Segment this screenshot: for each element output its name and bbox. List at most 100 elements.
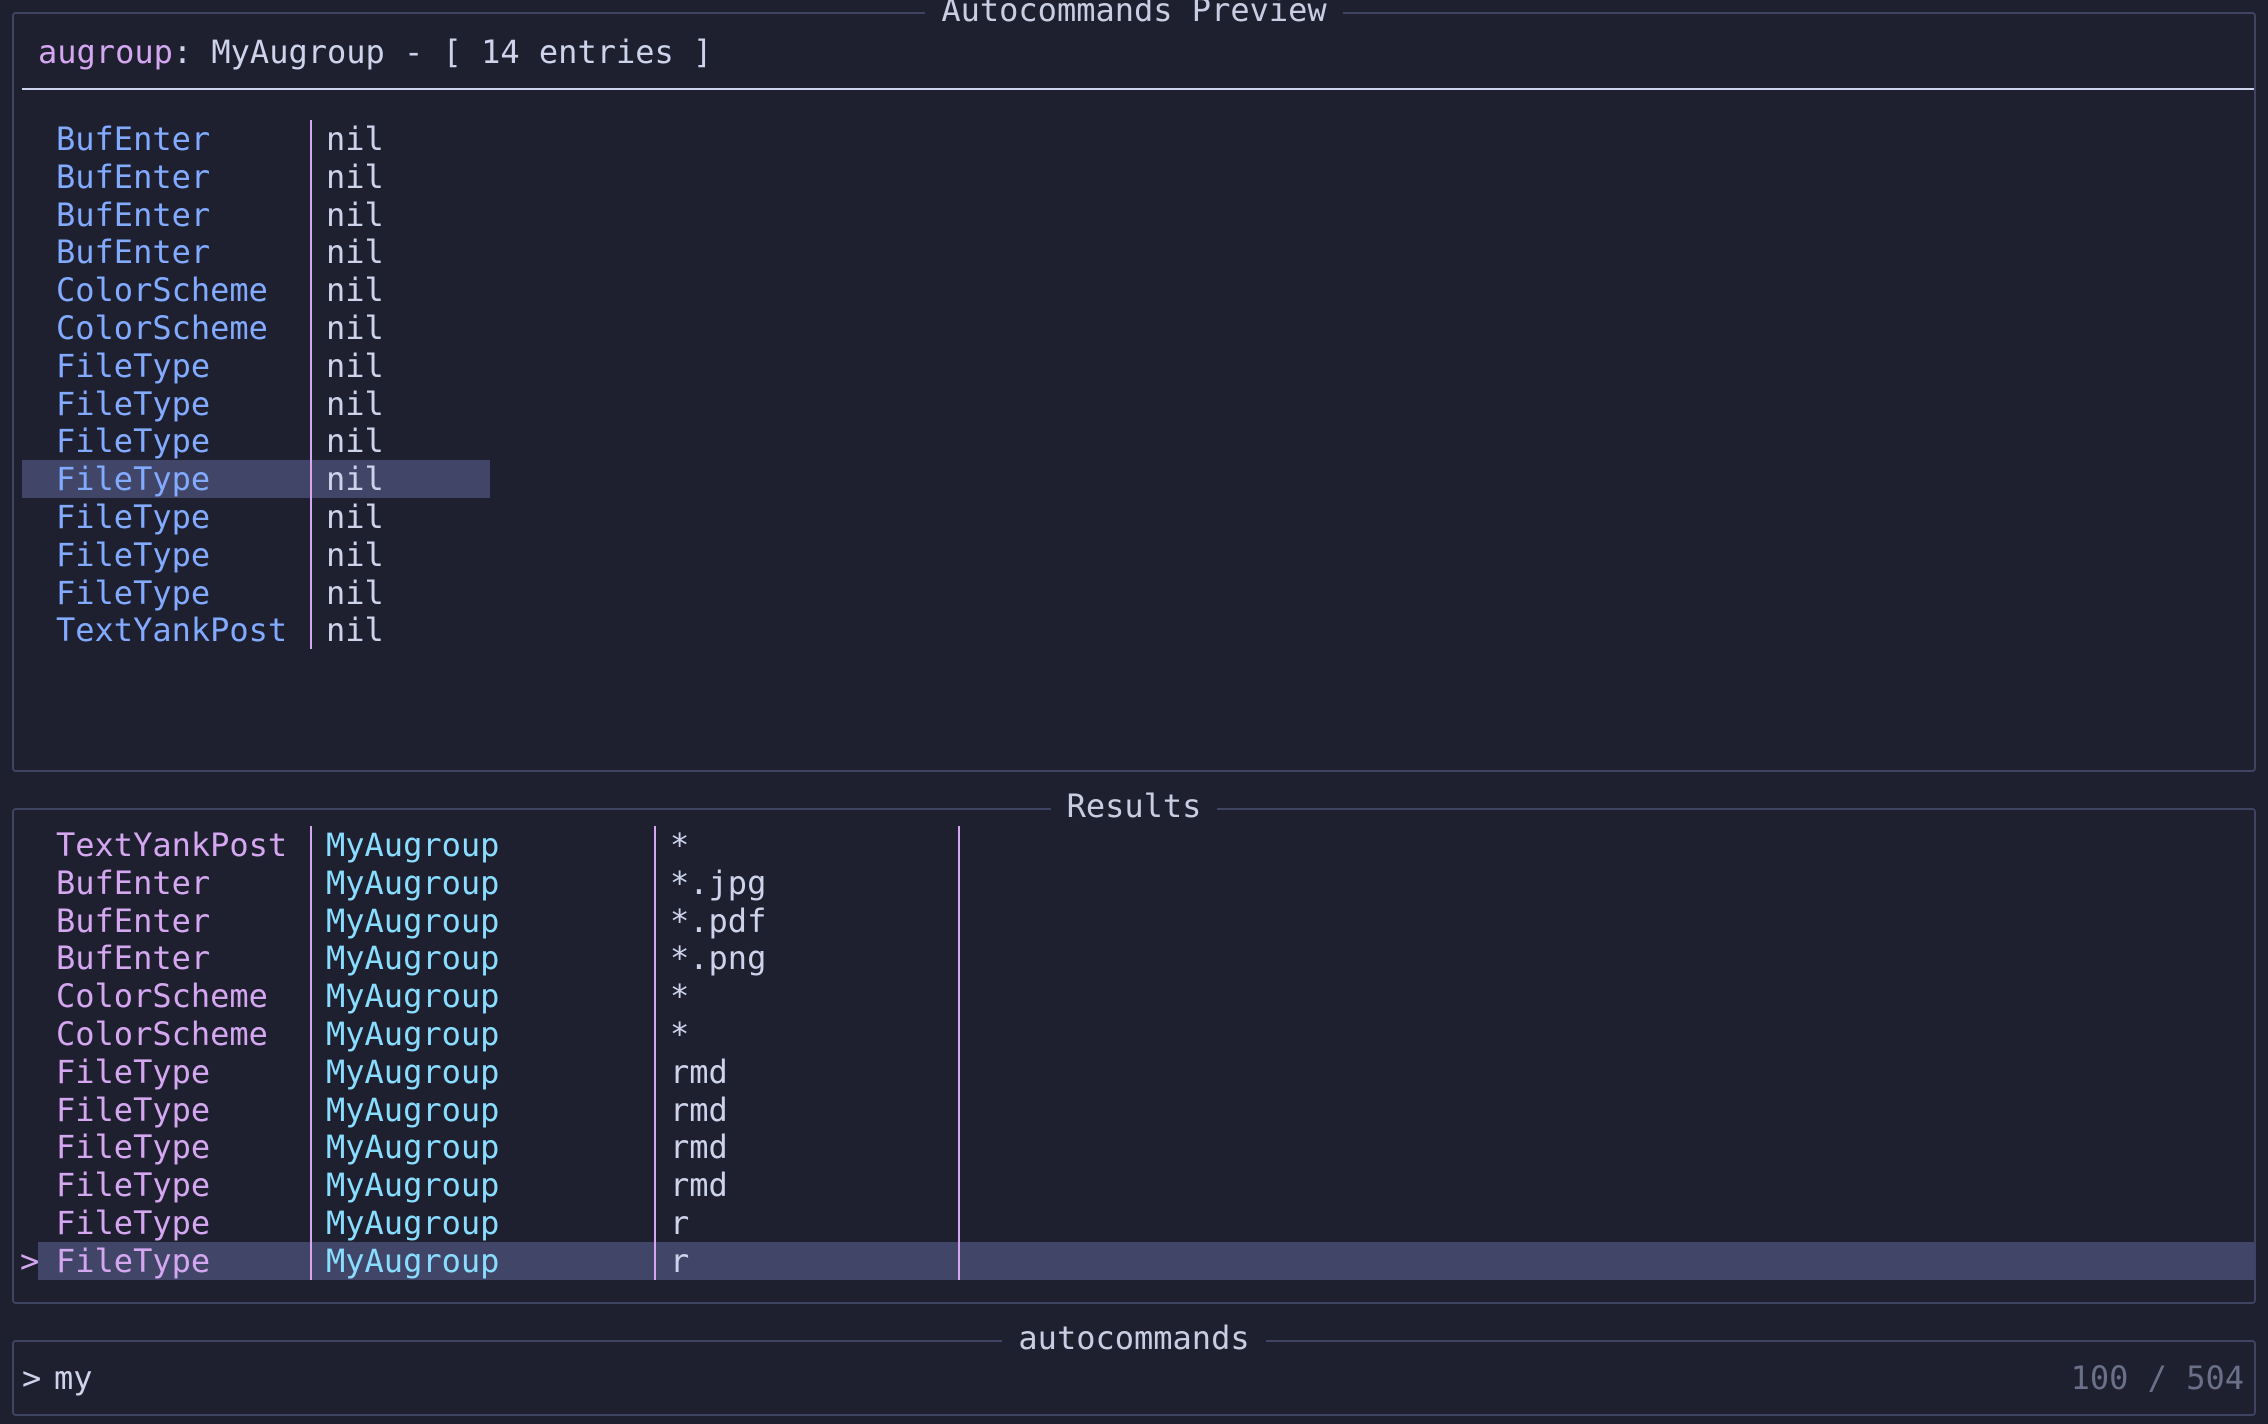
- column-separator: [958, 863, 960, 902]
- column-separator: [654, 1090, 656, 1129]
- selection-caret: >: [20, 1241, 40, 1280]
- column-separator: [310, 346, 312, 385]
- result-row[interactable]: > FileType MyAugroup r: [14, 1241, 2254, 1280]
- column-separator: [958, 977, 960, 1016]
- preview-value: nil: [326, 384, 384, 423]
- result-pattern: rmd: [670, 1090, 728, 1129]
- preview-row: TextYankPost nil: [22, 611, 490, 650]
- preview-event: FileType: [56, 346, 211, 385]
- column-separator: [654, 901, 656, 940]
- result-pattern: rmd: [670, 1166, 728, 1205]
- result-group: MyAugroup: [326, 901, 500, 940]
- result-event: FileType: [56, 1166, 211, 1205]
- column-separator: [958, 1015, 960, 1053]
- results-panel-title: Results: [14, 786, 2254, 826]
- preview-event: BufEnter: [56, 233, 211, 272]
- preview-event: FileType: [56, 422, 211, 461]
- match-count: 100 / 504: [2070, 1359, 2244, 1397]
- result-group: MyAugroup: [326, 1241, 500, 1280]
- preview-value: nil: [326, 422, 384, 461]
- column-separator: [310, 271, 312, 310]
- result-group: MyAugroup: [326, 1052, 500, 1091]
- preview-value: nil: [326, 346, 384, 385]
- column-separator: [958, 1128, 960, 1167]
- preview-row: ColorScheme nil: [22, 309, 490, 347]
- result-pattern: *: [670, 977, 690, 1016]
- preview-event: BufEnter: [56, 195, 211, 234]
- column-separator: [310, 939, 312, 978]
- search-input[interactable]: [54, 1356, 1654, 1400]
- column-separator: [654, 863, 656, 902]
- result-group: MyAugroup: [326, 1128, 500, 1167]
- column-separator: [654, 1128, 656, 1167]
- preview-event: FileType: [56, 460, 211, 499]
- results-panel: Results TextYankPost MyAugroup * BufEnter My…: [12, 787, 2256, 1304]
- result-event: FileType: [56, 1204, 211, 1242]
- result-pattern: r: [670, 1204, 690, 1242]
- column-separator: [310, 573, 312, 612]
- prompt-panel-title: autocommands: [14, 1318, 2254, 1358]
- column-separator: [310, 460, 312, 499]
- result-group: MyAugroup: [326, 1204, 500, 1242]
- result-row[interactable]: FileType MyAugroup rmd: [14, 1052, 2254, 1091]
- column-separator: [310, 1128, 312, 1167]
- column-separator: [958, 1166, 960, 1205]
- preview-event: BufEnter: [56, 120, 211, 158]
- column-separator: [958, 1241, 960, 1280]
- result-event: FileType: [56, 1128, 211, 1167]
- preview-value: nil: [326, 271, 384, 310]
- prompt-prefix: >: [22, 1359, 42, 1397]
- column-separator: [958, 939, 960, 978]
- result-pattern: *: [670, 826, 690, 864]
- result-row[interactable]: BufEnter MyAugroup *.jpg: [14, 863, 2254, 902]
- column-separator: [310, 1166, 312, 1205]
- result-row[interactable]: FileType MyAugroup rmd: [14, 1090, 2254, 1129]
- preview-row: ColorScheme nil: [22, 271, 490, 310]
- result-event: FileType: [56, 1090, 211, 1129]
- preview-value: nil: [326, 498, 384, 536]
- result-row[interactable]: BufEnter MyAugroup *.png: [14, 939, 2254, 978]
- result-row[interactable]: FileType MyAugroup rmd: [14, 1166, 2254, 1205]
- result-pattern: *: [670, 1015, 690, 1053]
- preview-value: nil: [326, 611, 384, 650]
- column-separator: [310, 498, 312, 536]
- result-pattern: r: [670, 1241, 690, 1280]
- preview-header-summary: : MyAugroup - [ 14 entries ]: [172, 33, 713, 71]
- column-separator: [310, 1015, 312, 1053]
- column-separator: [654, 1166, 656, 1205]
- column-separator: [310, 1052, 312, 1091]
- preview-value: nil: [326, 573, 384, 612]
- preview-header: augroup: MyAugroup - [ 14 entries ]: [38, 28, 712, 76]
- preview-event: FileType: [56, 498, 211, 536]
- column-separator: [310, 195, 312, 234]
- column-separator: [310, 977, 312, 1016]
- result-row[interactable]: ColorScheme MyAugroup *: [14, 977, 2254, 1016]
- preview-panel-title: Autocommands Preview: [14, 0, 2254, 30]
- column-separator: [310, 233, 312, 272]
- preview-event: ColorScheme: [56, 309, 268, 347]
- result-event: ColorScheme: [56, 977, 268, 1016]
- result-pattern: rmd: [670, 1128, 728, 1167]
- result-row[interactable]: ColorScheme MyAugroup *: [14, 1015, 2254, 1053]
- preview-row: FileType nil: [22, 384, 490, 423]
- result-group: MyAugroup: [326, 826, 500, 864]
- result-event: FileType: [56, 1052, 211, 1091]
- preview-row: BufEnter nil: [22, 195, 490, 234]
- preview-row: BufEnter nil: [22, 233, 490, 272]
- prompt-panel: autocommands > 100 / 504: [12, 1319, 2256, 1416]
- column-separator: [654, 1052, 656, 1091]
- result-row[interactable]: TextYankPost MyAugroup *: [14, 826, 2254, 864]
- preview-row: FileType nil: [22, 535, 490, 574]
- preview-event: BufEnter: [56, 157, 211, 196]
- preview-row: FileType nil: [22, 422, 490, 461]
- preview-panel: Autocommands Preview augroup: MyAugroup …: [12, 0, 2256, 772]
- result-row[interactable]: FileType MyAugroup r: [14, 1204, 2254, 1242]
- column-separator: [654, 1241, 656, 1280]
- column-separator: [654, 826, 656, 864]
- column-separator: [310, 1204, 312, 1242]
- result-row[interactable]: BufEnter MyAugroup *.pdf: [14, 901, 2254, 940]
- column-separator: [310, 384, 312, 423]
- preview-header-key: augroup: [38, 33, 173, 71]
- column-separator: [958, 1090, 960, 1129]
- result-row[interactable]: FileType MyAugroup rmd: [14, 1128, 2254, 1167]
